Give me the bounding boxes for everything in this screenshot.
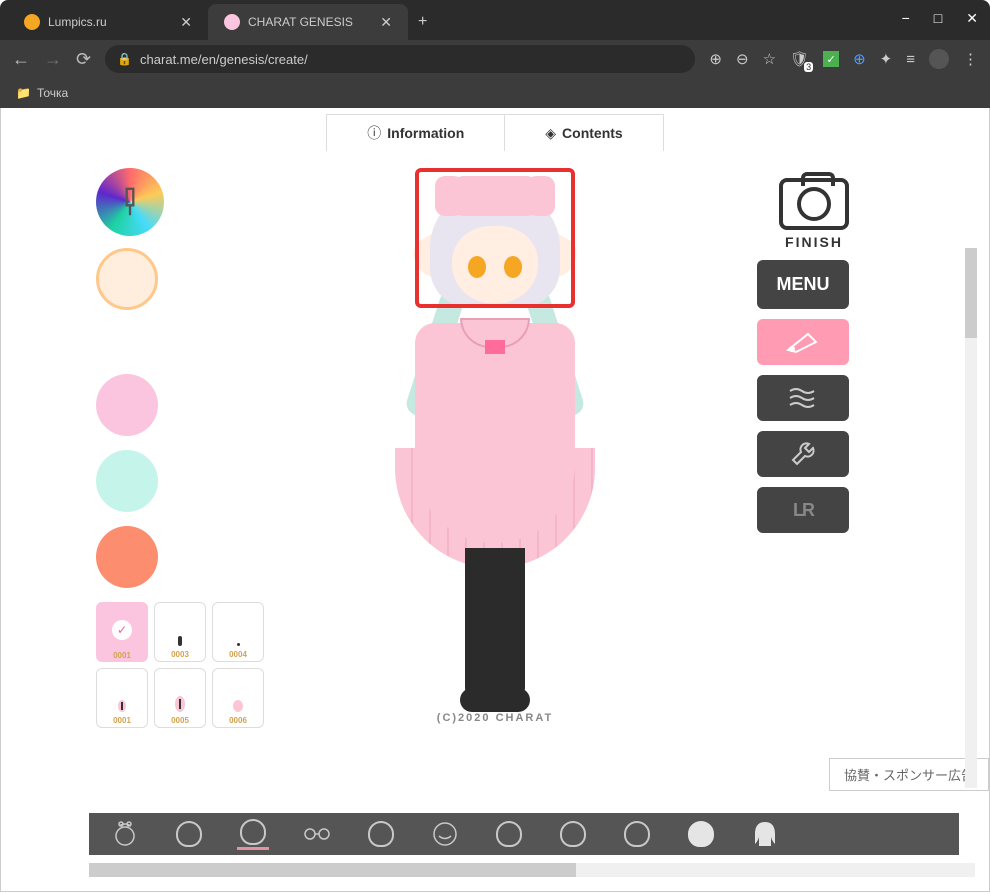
action-panel: FINISH MENU LR — [757, 178, 849, 533]
new-tab-button[interactable]: + — [408, 4, 437, 40]
star-icon[interactable]: ☆ — [763, 50, 776, 68]
category-brows-icon[interactable] — [493, 818, 525, 850]
vertical-scrollbar[interactable] — [965, 248, 977, 788]
category-glasses-icon[interactable] — [301, 818, 333, 850]
menu-button[interactable]: MENU — [757, 260, 849, 309]
variant-label: 0001 — [113, 651, 131, 660]
variant-0004[interactable]: 0004 — [212, 602, 264, 662]
category-random-icon[interactable] — [109, 818, 141, 850]
category-head-icon[interactable] — [237, 818, 269, 850]
category-eyes-icon[interactable] — [365, 818, 397, 850]
tabs-container: Lumpics.ru ✕ CHARAT GENESIS ✕ + — [8, 4, 437, 40]
category-face-icon[interactable] — [173, 818, 205, 850]
page-content: ⓘ Information ◈ Contents 0001 0003 0004 … — [0, 108, 990, 892]
variant-label: 0005 — [171, 716, 189, 725]
swatch-coral[interactable] — [96, 526, 158, 588]
tab-label: Contents — [562, 125, 623, 141]
extension-check-icon[interactable]: ✓ — [823, 51, 839, 67]
color-panel: 0001 0003 0004 0001 0005 0006 — [96, 168, 276, 728]
favicon-icon — [24, 14, 40, 30]
category-hair-back-icon[interactable] — [749, 818, 781, 850]
close-button[interactable]: ✕ — [966, 10, 978, 27]
variant-0005[interactable]: 0005 — [154, 668, 206, 728]
tab-title: CHARAT GENESIS — [248, 15, 353, 29]
eyedropper-icon — [109, 181, 151, 223]
forward-button[interactable]: → — [44, 49, 62, 70]
address-bar: ← → ⟳ 🔒 charat.me/en/genesis/create/ ⊕ ⊖… — [0, 40, 990, 78]
variant-0001b[interactable]: 0001 — [96, 668, 148, 728]
lr-tool-button[interactable]: LR — [757, 487, 849, 533]
background-tool-button[interactable] — [757, 375, 849, 421]
browser-tab-2[interactable]: CHARAT GENESIS ✕ — [208, 4, 408, 40]
bookmarks-bar: 📁 Точка — [0, 78, 990, 108]
category-mouth-icon[interactable] — [429, 818, 461, 850]
reload-button[interactable]: ⟳ — [76, 49, 91, 70]
category-hair-front-icon[interactable] — [685, 818, 717, 850]
diamond-icon: ◈ — [545, 125, 556, 142]
color-wheel-button[interactable] — [96, 168, 164, 236]
extension-badge-icon[interactable]: 🛡3 — [790, 50, 809, 68]
variant-label: 0001 — [113, 716, 131, 725]
camera-icon — [779, 178, 849, 230]
info-icon: ⓘ — [367, 123, 381, 143]
bookmark-folder[interactable]: Точка — [37, 86, 68, 100]
browser-tab-1[interactable]: Lumpics.ru ✕ — [8, 4, 208, 40]
profile-icon[interactable] — [929, 49, 949, 69]
contents-tab[interactable]: ◈ Contents — [504, 114, 663, 151]
lr-label: LR — [793, 500, 813, 521]
category-ears-icon[interactable] — [557, 818, 589, 850]
information-tab[interactable]: ⓘ Information — [326, 114, 504, 151]
variant-label: 0006 — [229, 716, 247, 725]
content-tabs: ⓘ Information ◈ Contents — [1, 114, 989, 151]
variant-0006[interactable]: 0006 — [212, 668, 264, 728]
swatch-mint[interactable] — [96, 450, 158, 512]
tab-title: Lumpics.ru — [48, 15, 107, 29]
swatch-skin[interactable] — [96, 248, 158, 310]
finish-label: FINISH — [779, 234, 849, 250]
back-button[interactable]: ← — [12, 49, 30, 70]
variant-0003[interactable]: 0003 — [154, 602, 206, 662]
variant-0001[interactable]: 0001 — [96, 602, 148, 662]
avatar-canvas: (C)2020 CHARAT — [345, 168, 645, 724]
browser-tab-strip: Lumpics.ru ✕ CHARAT GENESIS ✕ + − □ ✕ — [0, 0, 990, 40]
horizontal-scrollbar[interactable] — [89, 863, 975, 877]
tab-close-icon[interactable]: ✕ — [380, 14, 392, 31]
swatch-pink[interactable] — [96, 374, 158, 436]
tab-label: Information — [387, 125, 464, 141]
category-bar — [89, 813, 959, 855]
menu-icon[interactable]: ⋮ — [963, 50, 978, 68]
url-field[interactable]: 🔒 charat.me/en/genesis/create/ — [105, 45, 695, 73]
pen-tool-button[interactable] — [757, 319, 849, 365]
url-text: charat.me/en/genesis/create/ — [140, 52, 308, 67]
minimize-button[interactable]: − — [902, 10, 910, 27]
category-nose-icon[interactable] — [621, 818, 653, 850]
head-highlight — [415, 168, 575, 308]
wrench-tool-button[interactable] — [757, 431, 849, 477]
variant-label: 0004 — [229, 650, 247, 659]
folder-icon: 📁 — [16, 86, 31, 100]
tab-close-icon[interactable]: ✕ — [180, 14, 192, 31]
lock-icon: 🔒 — [117, 52, 132, 66]
variant-grid: 0001 0003 0004 0001 0005 0006 — [96, 602, 276, 728]
maximize-button[interactable]: □ — [934, 10, 942, 27]
avatar-preview — [375, 168, 615, 708]
zoom-icon[interactable]: ⊖ — [736, 50, 749, 68]
window-controls: − □ ✕ — [902, 10, 978, 27]
install-icon[interactable]: ⊕ — [709, 50, 722, 68]
favicon-icon — [224, 14, 240, 30]
extensions-icon[interactable]: ✦ — [880, 50, 893, 68]
toolbar-icons: ⊕ ⊖ ☆ 🛡3 ✓ ⊕ ✦ ≡ ⋮ — [709, 49, 978, 69]
variant-label: 0003 — [171, 650, 189, 659]
finish-button[interactable]: FINISH — [779, 178, 849, 250]
reading-list-icon[interactable]: ≡ — [906, 51, 915, 68]
extension-globe-icon[interactable]: ⊕ — [853, 50, 866, 68]
copyright-text: (C)2020 CHARAT — [345, 712, 645, 724]
